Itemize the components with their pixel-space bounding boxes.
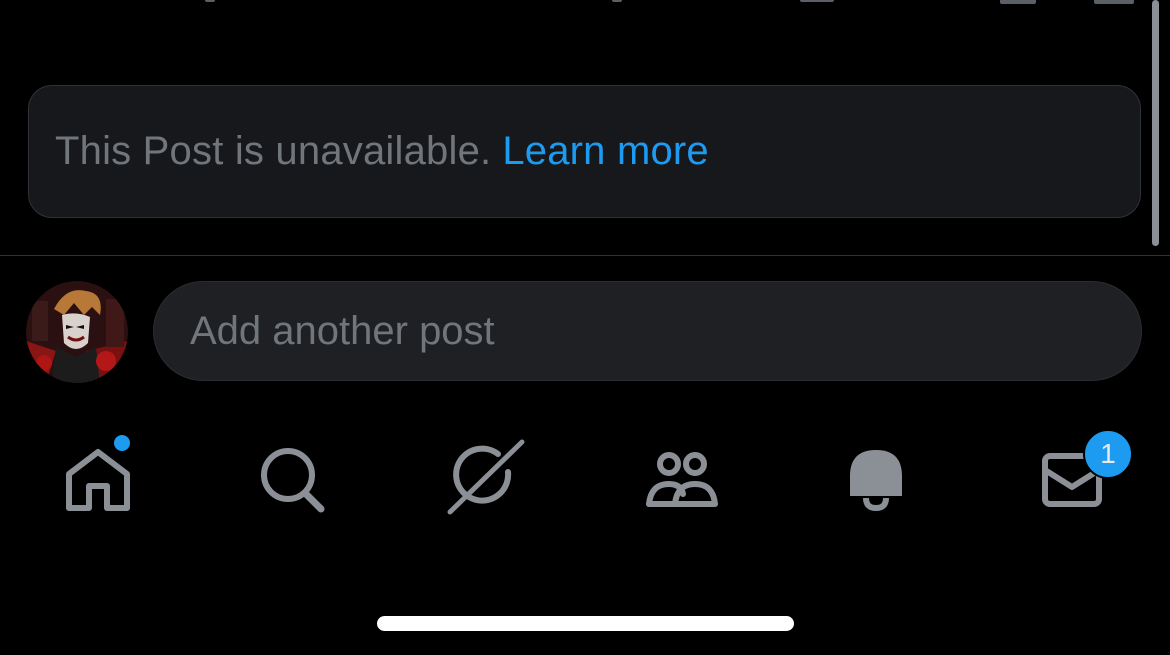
tab-communities[interactable] <box>631 430 731 530</box>
add-post-placeholder: Add another post <box>190 308 495 353</box>
tab-grok[interactable] <box>436 430 536 530</box>
unavailable-post-notice: This Post is unavailable. Learn more <box>28 85 1141 218</box>
status-fragment <box>205 0 215 2</box>
tab-messages[interactable]: 1 <box>1021 429 1133 530</box>
communities-icon <box>646 452 718 507</box>
messages-badge: 1 <box>1083 429 1133 479</box>
top-bar-fragments <box>0 0 1170 6</box>
search-icon <box>261 448 325 513</box>
header-icon-fragment <box>1094 0 1134 4</box>
home-indicator[interactable] <box>377 616 794 631</box>
scrollbar[interactable] <box>1152 0 1159 246</box>
status-fragment <box>612 0 622 2</box>
tab-home[interactable] <box>48 430 148 530</box>
bottom-tab-bar: 1 <box>0 429 1170 530</box>
learn-more-link[interactable]: Learn more <box>502 129 709 174</box>
status-fragment <box>800 0 834 2</box>
notice-message: This Post is unavailable. <box>55 129 492 173</box>
tab-notifications[interactable] <box>826 430 926 530</box>
home-icon <box>66 449 130 511</box>
tab-search[interactable] <box>241 430 341 530</box>
add-post-input[interactable]: Add another post <box>153 281 1142 381</box>
bell-icon <box>850 450 902 512</box>
user-avatar-image <box>26 281 128 383</box>
home-unread-dot <box>111 432 133 454</box>
avatar[interactable] <box>26 281 128 383</box>
divider <box>0 255 1170 256</box>
header-icon-fragment <box>1000 0 1036 4</box>
grok-icon <box>447 439 525 515</box>
